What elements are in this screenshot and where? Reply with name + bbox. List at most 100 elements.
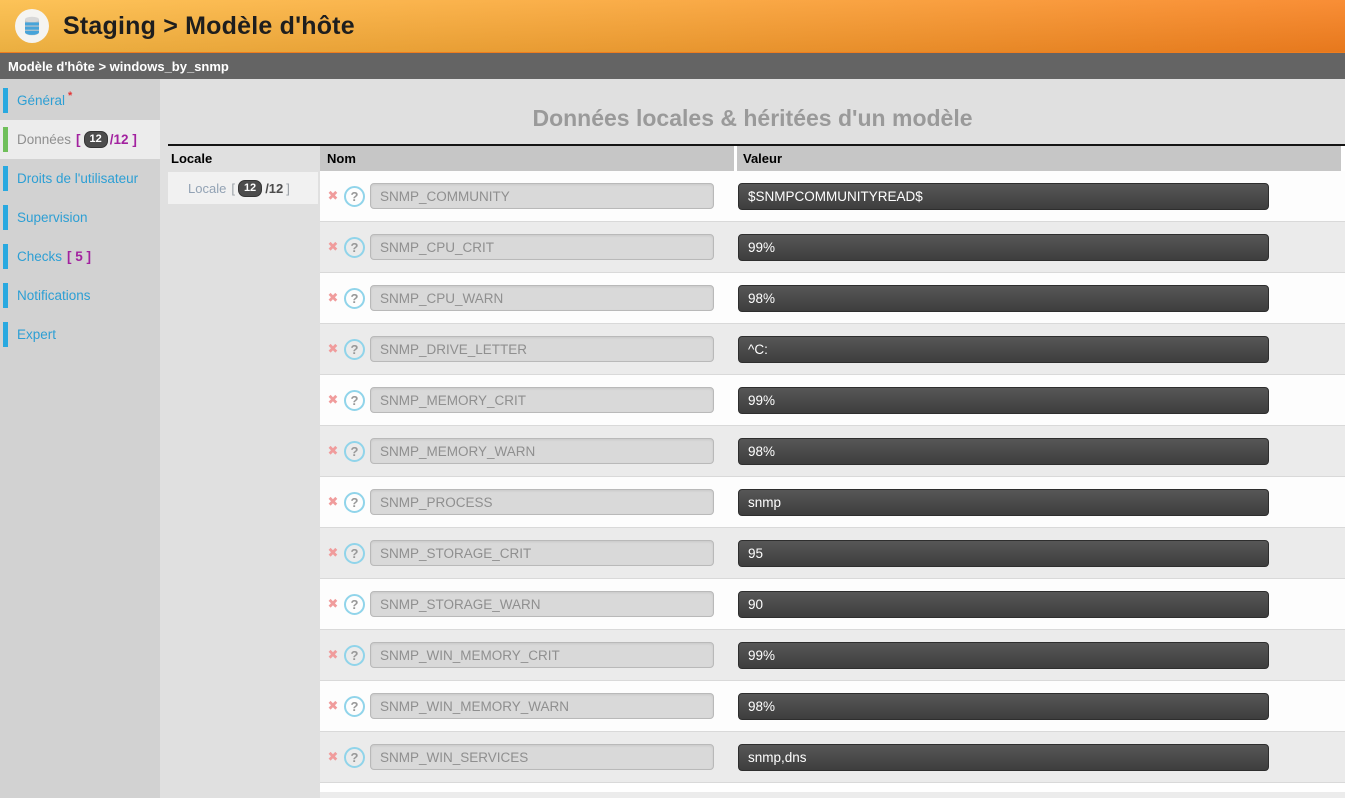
data-name-input[interactable]	[370, 336, 714, 362]
section-title: Données locales & héritées d'un modèle	[160, 105, 1345, 132]
sidebar-item-label: Checks	[17, 249, 62, 264]
table-row: ✖ ?	[320, 528, 1345, 579]
data-name-input[interactable]	[370, 387, 714, 413]
data-name-input[interactable]	[370, 183, 714, 209]
data-name-input[interactable]	[370, 285, 714, 311]
sidebar-item[interactable]: Droits de l'utilisateur	[0, 159, 160, 198]
delete-icon[interactable]: ✖	[326, 698, 340, 714]
column-header-valeur: Valeur	[737, 146, 1345, 171]
sidebar: Général * Données [ 12 /12 ] Droits de l…	[0, 79, 160, 798]
empty-row-gap	[320, 783, 1345, 792]
delete-icon[interactable]: ✖	[326, 749, 340, 765]
help-icon[interactable]: ?	[344, 492, 365, 513]
count-bracket-close: /12 ]	[110, 132, 137, 147]
data-name-input[interactable]	[370, 591, 714, 617]
delete-icon[interactable]: ✖	[326, 188, 340, 204]
data-value-input[interactable]	[738, 642, 1269, 669]
help-icon[interactable]: ?	[344, 390, 365, 411]
required-asterisk: *	[68, 90, 72, 102]
help-icon[interactable]: ?	[344, 594, 365, 615]
data-value-input[interactable]	[738, 540, 1269, 567]
data-name-input[interactable]	[370, 693, 714, 719]
help-icon[interactable]: ?	[344, 747, 365, 768]
sidebar-item[interactable]: Général *	[0, 81, 160, 120]
data-name-input[interactable]	[370, 438, 714, 464]
locale-bracket-close: ]	[286, 181, 290, 196]
help-icon[interactable]: ?	[344, 441, 365, 462]
locale-panel: Locale Locale [ 12 /12 ]	[168, 146, 320, 798]
locale-group-item[interactable]: Locale [ 12 /12 ]	[168, 172, 318, 204]
table-header-row: Nom Valeur	[320, 146, 1345, 171]
help-icon[interactable]: ?	[344, 237, 365, 258]
table-row: ✖ ?	[320, 426, 1345, 477]
delete-icon[interactable]: ✖	[326, 341, 340, 357]
sidebar-item-label: Supervision	[17, 210, 88, 225]
data-value-input[interactable]	[738, 183, 1269, 210]
data-value-input[interactable]	[738, 591, 1269, 618]
count-badge: 12	[84, 131, 108, 148]
help-icon[interactable]: ?	[344, 288, 365, 309]
delete-icon[interactable]: ✖	[326, 239, 340, 255]
data-value-input[interactable]	[738, 489, 1269, 516]
data-section: Locale Locale [ 12 /12 ] Nom Valeur	[168, 144, 1345, 798]
delete-icon[interactable]: ✖	[326, 647, 340, 663]
data-value-input[interactable]	[738, 744, 1269, 771]
sidebar-item[interactable]: Supervision	[0, 198, 160, 237]
data-name-input[interactable]	[370, 540, 714, 566]
app-header: Staging > Modèle d'hôte	[0, 0, 1345, 53]
delete-icon[interactable]: ✖	[326, 290, 340, 306]
help-icon[interactable]: ?	[344, 696, 365, 717]
data-value-input[interactable]	[738, 234, 1269, 261]
data-value-input[interactable]	[738, 693, 1269, 720]
locale-bracket-open: [	[231, 181, 235, 196]
help-icon[interactable]: ?	[344, 645, 365, 666]
help-icon[interactable]: ?	[344, 339, 365, 360]
data-name-input[interactable]	[370, 489, 714, 515]
table-row: ✖ ?	[320, 171, 1345, 222]
table-row: ✖ ?	[320, 579, 1345, 630]
table-rows: ✖ ? ✖ ?	[320, 171, 1345, 783]
count-bracket-open: [ 5 ]	[67, 249, 91, 264]
locale-column-header: Locale	[168, 146, 320, 171]
sidebar-item-label: Expert	[17, 327, 56, 342]
sidebar-item[interactable]: Expert	[0, 315, 160, 354]
sidebar-item-label: Général	[17, 93, 65, 108]
help-icon[interactable]: ?	[344, 543, 365, 564]
host-template-page: Staging > Modèle d'hôte Modèle d'hôte > …	[0, 0, 1345, 798]
sidebar-item[interactable]: Données [ 12 /12 ]	[0, 120, 160, 159]
table-row: ✖ ?	[320, 375, 1345, 426]
data-table: Nom Valeur ✖ ?	[320, 146, 1345, 798]
table-footer-strip	[320, 792, 1345, 798]
page-body: Général * Données [ 12 /12 ] Droits de l…	[0, 79, 1345, 798]
data-value-input[interactable]	[738, 336, 1269, 363]
breadcrumb: Modèle d'hôte > windows_by_snmp	[0, 53, 1345, 79]
table-row: ✖ ?	[320, 477, 1345, 528]
page-title: Staging > Modèle d'hôte	[63, 12, 355, 41]
help-icon[interactable]: ?	[344, 186, 365, 207]
delete-icon[interactable]: ✖	[326, 443, 340, 459]
locale-item-label: Locale	[188, 181, 226, 196]
delete-icon[interactable]: ✖	[326, 596, 340, 612]
data-name-input[interactable]	[370, 642, 714, 668]
sidebar-item[interactable]: Notifications	[0, 276, 160, 315]
table-row: ✖ ?	[320, 273, 1345, 324]
sidebar-item-label: Droits de l'utilisateur	[17, 171, 138, 186]
column-header-nom: Nom	[320, 146, 737, 171]
table-row: ✖ ?	[320, 222, 1345, 273]
sidebar-item-label: Données	[17, 132, 71, 147]
count-bracket-open: [	[76, 132, 81, 147]
table-row: ✖ ?	[320, 630, 1345, 681]
delete-icon[interactable]: ✖	[326, 494, 340, 510]
data-name-input[interactable]	[370, 234, 714, 260]
data-name-input[interactable]	[370, 744, 714, 770]
sidebar-item[interactable]: Checks [ 5 ]	[0, 237, 160, 276]
database-icon	[15, 9, 49, 43]
locale-count-badge: 12	[238, 180, 262, 197]
delete-icon[interactable]: ✖	[326, 545, 340, 561]
table-row: ✖ ?	[320, 681, 1345, 732]
data-value-input[interactable]	[738, 387, 1269, 414]
delete-icon[interactable]: ✖	[326, 392, 340, 408]
data-value-input[interactable]	[738, 285, 1269, 312]
locale-count-total: /12	[265, 181, 283, 196]
data-value-input[interactable]	[738, 438, 1269, 465]
